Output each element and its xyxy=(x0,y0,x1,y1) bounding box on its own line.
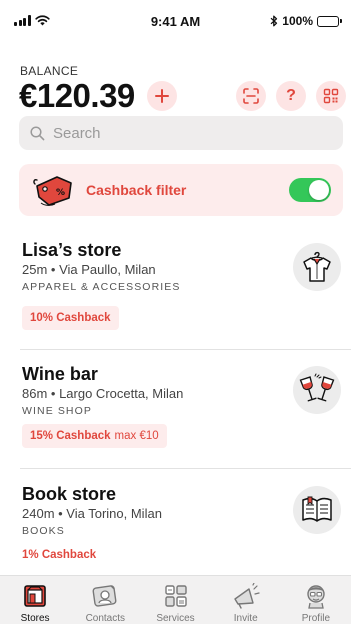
divider xyxy=(20,349,351,350)
qr-code-icon xyxy=(323,88,339,104)
store-name: Book store xyxy=(22,484,117,504)
battery-icon xyxy=(317,15,342,27)
contacts-icon xyxy=(92,584,117,607)
store-thumbnail xyxy=(293,243,341,291)
store-address: 25m • Via Paullo, Milan xyxy=(22,262,156,277)
cashback-filter-toggle[interactable] xyxy=(289,178,331,202)
help-button[interactable]: ? xyxy=(276,81,306,111)
search-bar[interactable] xyxy=(19,116,343,150)
cashback-badge: 1% Cashback xyxy=(22,543,96,567)
tab-stores[interactable]: Stores xyxy=(0,576,70,624)
scan-icon xyxy=(243,88,259,104)
toggle-knob xyxy=(309,180,329,200)
tab-profile[interactable]: Profile xyxy=(281,576,351,624)
book-icon xyxy=(302,496,332,522)
services-icon xyxy=(164,584,187,607)
question-icon: ? xyxy=(286,87,296,104)
bluetooth-icon xyxy=(270,15,278,27)
tab-services[interactable]: Services xyxy=(140,576,210,624)
megaphone-icon xyxy=(234,582,260,609)
cashback-rate: 15% Cashback xyxy=(30,430,111,442)
tab-contacts[interactable]: Contacts xyxy=(70,576,140,624)
cashback-badge: 10% Cashback xyxy=(22,306,119,330)
wine-glasses-icon xyxy=(299,373,335,402)
store-category: WINE SHOP xyxy=(22,405,92,417)
tab-label: Contacts xyxy=(85,613,126,624)
status-bar: 9:41 AM 100% xyxy=(0,0,351,44)
store-address: 86m • Largo Crocetta, Milan xyxy=(22,386,184,401)
profile-icon xyxy=(307,584,325,609)
discount-tag-icon: % xyxy=(33,176,72,206)
store-category: APPAREL & ACCESSORIES xyxy=(22,281,181,293)
store-address: 240m • Via Torino, Milan xyxy=(22,506,162,521)
cashback-rate: 1% Cashback xyxy=(22,549,97,561)
cashback-rate: 10% Cashback xyxy=(30,312,111,324)
search-input[interactable] xyxy=(53,124,313,142)
search-icon xyxy=(30,125,45,140)
tab-label: Profile xyxy=(301,613,331,624)
store-thumbnail xyxy=(293,486,341,534)
qr-code-button[interactable] xyxy=(316,81,346,111)
balance-label: BALANCE xyxy=(20,64,79,78)
svg-text:%: % xyxy=(56,188,65,198)
tab-label: Services xyxy=(156,613,195,624)
cashback-badge: 15% Cashback max €10 xyxy=(22,424,167,448)
store-name: Wine bar xyxy=(22,364,98,384)
store-thumbnail xyxy=(293,366,341,414)
store-category: BOOKS xyxy=(22,525,65,537)
store-name: Lisa’s store xyxy=(22,240,122,260)
shirt-icon xyxy=(303,251,331,282)
scan-button[interactable] xyxy=(236,81,266,111)
tab-label: Stores xyxy=(20,613,50,624)
add-funds-button[interactable] xyxy=(147,81,177,111)
plus-icon xyxy=(155,89,169,103)
store-icon xyxy=(24,584,46,607)
balance-amount: €120.39 xyxy=(19,77,135,114)
cashback-filter-card: % Cashback filter xyxy=(19,164,343,216)
tab-bar: Stores Contacts Services Invite Profile xyxy=(0,575,351,624)
status-right: 100% xyxy=(270,14,342,28)
cashback-limit: max €10 xyxy=(114,430,159,442)
tab-invite[interactable]: Invite xyxy=(211,576,281,624)
battery-percent: 100% xyxy=(282,14,313,28)
tab-label: Invite xyxy=(233,613,258,624)
cashback-filter-label: Cashback filter xyxy=(86,182,187,198)
divider xyxy=(20,468,351,469)
